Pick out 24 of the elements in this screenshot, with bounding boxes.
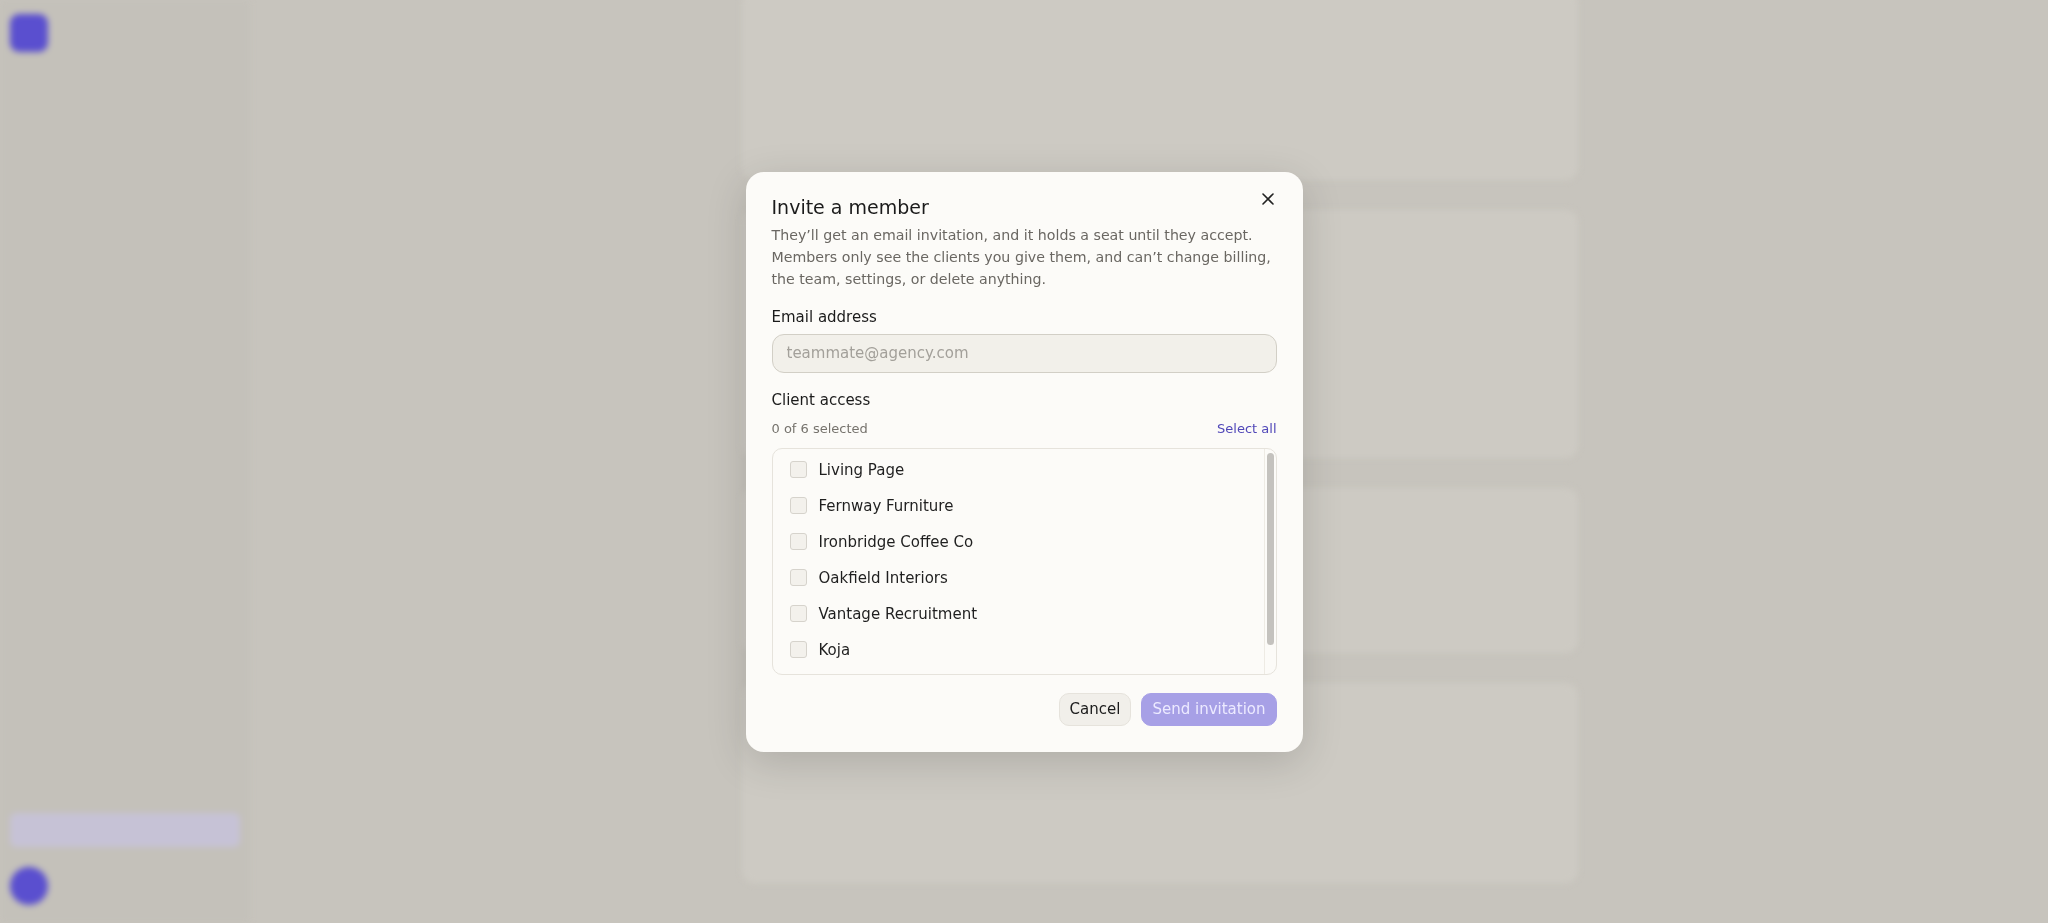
client-option[interactable]: Living Page <box>789 451 1264 488</box>
blurred-logo-icon <box>10 14 48 52</box>
client-option[interactable]: Ironbridge Coffee Co <box>789 523 1264 560</box>
checkbox[interactable] <box>789 605 807 622</box>
checkbox[interactable] <box>789 569 807 586</box>
client-option[interactable]: Fernway Furniture <box>789 487 1264 524</box>
cancel-button[interactable]: Cancel <box>1058 692 1132 726</box>
scrollbar-thumb[interactable] <box>1266 452 1274 645</box>
checkbox[interactable] <box>789 641 807 658</box>
email-label: Email address <box>771 307 878 326</box>
client-option[interactable]: Koja <box>789 631 1264 668</box>
dialog-description: They’ll get an email invitation, and it holds a seat until they accept. Members only see the clients you give them, and can’t change billing, the team, settings, or delete anything. <box>771 225 1272 289</box>
select-all-link[interactable]: Select all <box>1217 420 1277 436</box>
email-input-field[interactable]: teammate@agency.com <box>771 333 1277 373</box>
checkbox[interactable] <box>789 497 807 514</box>
close-icon <box>1260 191 1275 206</box>
selection-count: 0 of 6 selected <box>771 420 868 436</box>
client-option[interactable]: Oakfield Interiors <box>789 559 1264 596</box>
blurred-avatar-icon <box>10 867 48 905</box>
dialog-title: Invite a member <box>771 195 929 218</box>
client-option[interactable]: Vantage Recruitment <box>789 595 1264 632</box>
checkbox[interactable] <box>789 533 807 550</box>
client-access-label: Client access <box>771 390 872 409</box>
checkbox[interactable] <box>789 461 807 478</box>
